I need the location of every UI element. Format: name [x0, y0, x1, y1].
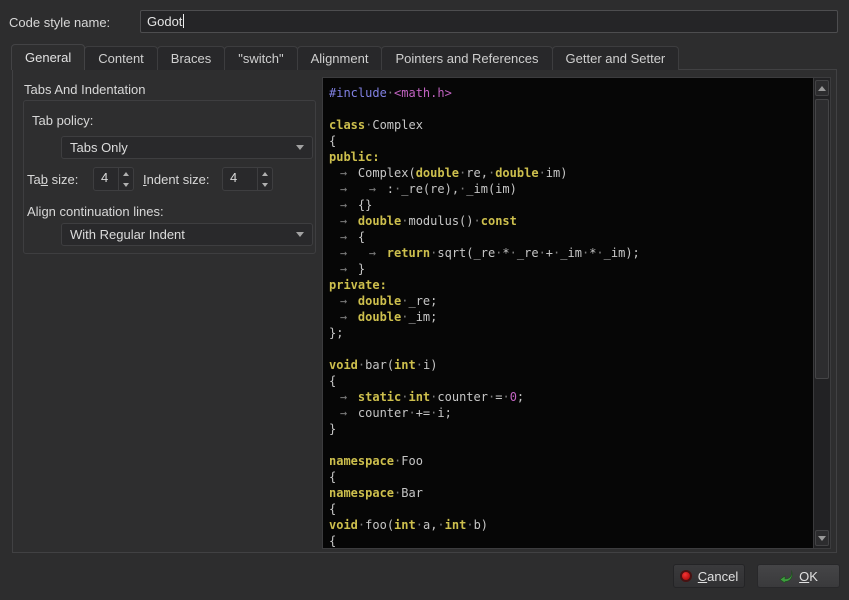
tab-marker: → — [329, 389, 358, 405]
align-continuation-value: With Regular Indent — [70, 227, 290, 242]
code-line: { — [329, 133, 813, 149]
code-line: private: — [329, 277, 813, 293]
indent-size-stepper[interactable]: 4 — [222, 167, 273, 191]
scrollbar-up-button[interactable] — [815, 80, 829, 96]
stepper-up-button[interactable] — [119, 168, 133, 179]
code-line: { — [329, 533, 813, 548]
arrow-down-icon — [262, 183, 268, 187]
tab-marker: → — [329, 229, 358, 245]
code-line: { — [329, 501, 813, 517]
code-line: →{ — [329, 229, 813, 245]
code-line: →counter·+=·i; — [329, 405, 813, 421]
tab-braces[interactable]: Braces — [157, 46, 225, 70]
cancel-icon — [680, 570, 692, 582]
code-style-name-label: Code style name: — [9, 15, 110, 30]
arrow-down-icon — [123, 183, 129, 187]
stepper-up-button[interactable] — [258, 168, 272, 179]
text-caret — [183, 14, 184, 28]
ok-button[interactable]: OK — [757, 564, 840, 588]
arrow-up-icon — [262, 172, 268, 176]
arrow-up-icon — [818, 86, 826, 91]
tab-content[interactable]: Content — [84, 46, 158, 70]
vertical-scrollbar[interactable] — [813, 78, 830, 548]
code-line: →double·_im; — [329, 309, 813, 325]
tab-size-stepper[interactable]: 4 — [93, 167, 134, 191]
code-line: →Complex(double·re,·double·im) — [329, 165, 813, 181]
code-line — [329, 101, 813, 117]
tab-pointers-and-references[interactable]: Pointers and References — [381, 46, 552, 70]
tab-marker: → — [329, 261, 358, 277]
code-line: →double·modulus()·const — [329, 213, 813, 229]
code-line: #include·<math.h> — [329, 85, 813, 101]
code-preview: #include·<math.h> class·Complex{public:→… — [322, 77, 831, 549]
tab-policy-combobox[interactable]: Tabs Only — [61, 136, 313, 159]
code-line: { — [329, 469, 813, 485]
ok-button-label: OK — [799, 569, 818, 584]
code-line: →→return·sqrt(_re·*·_re·+·_im·*·_im); — [329, 245, 813, 261]
cancel-button[interactable]: Cancel — [673, 564, 745, 588]
tab-marker: → — [329, 309, 358, 325]
code-line: →{} — [329, 197, 813, 213]
tab-alignment[interactable]: Alignment — [297, 46, 383, 70]
code-line: →double·_re; — [329, 293, 813, 309]
tab-getter-and-setter[interactable]: Getter and Setter — [552, 46, 680, 70]
code-line: namespace·Foo — [329, 453, 813, 469]
tab-general[interactable]: General — [11, 44, 85, 70]
arrow-down-icon — [818, 536, 826, 541]
code-line: } — [329, 421, 813, 437]
code-line: →static·int·counter·=·0; — [329, 389, 813, 405]
code-line: namespace·Bar — [329, 485, 813, 501]
ok-check-icon — [779, 570, 793, 583]
tab-switch[interactable]: "switch" — [224, 46, 297, 70]
code-line: void·foo(int·a,·int·b) — [329, 517, 813, 533]
chevron-down-icon — [296, 232, 304, 237]
indent-size-label: Indent size: — [143, 172, 210, 187]
code-style-dialog: { "header": { "name_label": "Code style … — [0, 0, 849, 600]
tab-marker: → — [329, 293, 358, 309]
tab-size-value: 4 — [94, 168, 118, 190]
align-continuation-label: Align continuation lines: — [27, 204, 164, 219]
code-line: }; — [329, 325, 813, 341]
indent-size-value: 4 — [223, 168, 257, 190]
tab-bar: GeneralContentBraces"switch"AlignmentPoi… — [12, 44, 679, 70]
code-line: void·bar(int·i) — [329, 357, 813, 373]
code-style-name-value: Godot — [147, 14, 182, 29]
scrollbar-down-button[interactable] — [815, 530, 829, 546]
tab-marker: → — [329, 181, 358, 197]
code-line: class·Complex — [329, 117, 813, 133]
tab-marker: → — [358, 245, 387, 261]
code-preview-text[interactable]: #include·<math.h> class·Complex{public:→… — [323, 78, 813, 548]
tab-policy-label: Tab policy: — [32, 113, 93, 128]
scrollbar-thumb[interactable] — [815, 99, 829, 379]
cancel-button-label: Cancel — [698, 569, 738, 584]
code-line — [329, 341, 813, 357]
tab-marker: → — [358, 181, 387, 197]
code-line: public: — [329, 149, 813, 165]
align-continuation-combobox[interactable]: With Regular Indent — [61, 223, 313, 246]
chevron-down-icon — [296, 145, 304, 150]
group-title: Tabs And Indentation — [24, 82, 145, 97]
tab-marker: → — [329, 245, 358, 261]
tab-marker: → — [329, 197, 358, 213]
tab-marker: → — [329, 165, 358, 181]
tab-marker: → — [329, 213, 358, 229]
stepper-down-button[interactable] — [258, 179, 272, 190]
arrow-up-icon — [123, 172, 129, 176]
tab-marker: → — [329, 405, 358, 421]
code-line: →} — [329, 261, 813, 277]
stepper-down-button[interactable] — [119, 179, 133, 190]
code-line: { — [329, 373, 813, 389]
tab-policy-value: Tabs Only — [70, 140, 290, 155]
code-line: →→:·_re(re),·_im(im) — [329, 181, 813, 197]
stepper-buttons — [118, 168, 133, 190]
stepper-buttons — [257, 168, 272, 190]
code-line — [329, 437, 813, 453]
code-style-name-input[interactable]: Godot — [140, 10, 838, 33]
tab-size-label: Tab size: — [27, 172, 78, 187]
